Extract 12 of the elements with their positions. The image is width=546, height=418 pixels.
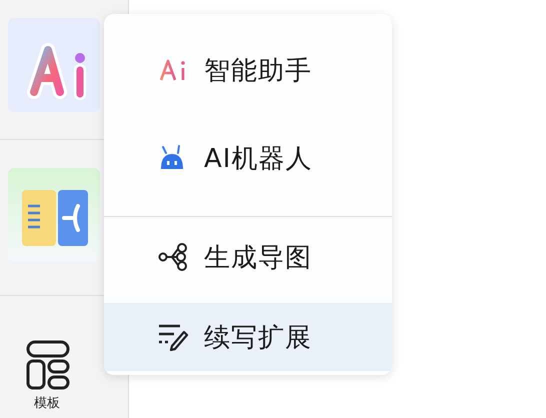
book-split-icon	[8, 168, 100, 262]
menu-item[interactable]: AI机器人	[104, 124, 392, 192]
ai-text-icon	[158, 58, 188, 82]
robot-icon	[158, 145, 186, 171]
menu-item[interactable]: 续写扩展	[104, 303, 392, 371]
menu-item[interactable]: 智能助手	[104, 36, 392, 104]
pencil-lines-icon	[158, 323, 189, 351]
ai-logo-icon	[8, 18, 100, 112]
sidebar-label[interactable]: 模板	[34, 394, 60, 412]
menu-item[interactable]: 生成导图	[104, 223, 392, 291]
layout-icon	[26, 340, 70, 390]
mind-map-icon	[158, 243, 187, 271]
